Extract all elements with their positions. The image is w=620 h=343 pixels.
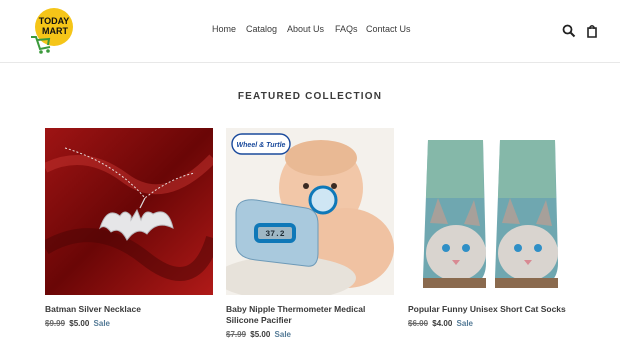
sale-label: Sale xyxy=(456,319,473,328)
product-image[interactable] xyxy=(45,128,213,295)
sale-label: Sale xyxy=(93,319,110,328)
nav-about-us[interactable]: About Us xyxy=(287,24,324,34)
product-card[interactable]: Batman Silver Necklace $9.99 $5.00 Sale xyxy=(45,128,213,328)
original-price: $9.99 xyxy=(45,319,66,328)
nav-home[interactable]: Home xyxy=(212,24,236,34)
sale-price: $5.00 xyxy=(250,330,271,339)
sale-label: Sale xyxy=(274,330,291,339)
nav-faqs[interactable]: FAQs xyxy=(335,24,358,34)
svg-text:37.2: 37.2 xyxy=(265,230,284,239)
svg-text:MART: MART xyxy=(42,26,68,36)
sale-price: $4.00 xyxy=(432,319,453,328)
original-price: $6.00 xyxy=(408,319,429,328)
product-title[interactable]: Popular Funny Unisex Short Cat Socks xyxy=(408,304,576,315)
sale-price: $5.00 xyxy=(69,319,90,328)
price-row: $6.00 $4.00 Sale xyxy=(408,319,576,328)
svg-text:TODAY: TODAY xyxy=(39,16,70,26)
sock-left xyxy=(423,140,486,288)
product-image[interactable]: 37.2 Wheel & Turtle xyxy=(226,128,394,295)
price-row: $7.99 $5.00 Sale xyxy=(226,330,394,339)
nav-catalog[interactable]: Catalog xyxy=(246,24,277,34)
product-title[interactable]: Baby Nipple Thermometer Medical Silicone… xyxy=(226,304,394,326)
cart-icon[interactable] xyxy=(585,24,599,38)
sock-right xyxy=(495,140,558,288)
store-logo[interactable]: TODAY MART xyxy=(28,7,76,55)
product-title[interactable]: Batman Silver Necklace xyxy=(45,304,213,315)
product-card[interactable]: 37.2 Wheel & Turtle Baby Nipple Thermome… xyxy=(226,128,394,339)
section-title: FEATURED COLLECTION xyxy=(237,91,383,102)
site-header: TODAY MART Home Catalog About Us FAQs Co… xyxy=(0,0,620,63)
search-icon[interactable] xyxy=(562,24,576,38)
price-row: $9.99 $5.00 Sale xyxy=(45,319,213,328)
nav-contact-us[interactable]: Contact Us xyxy=(366,24,411,34)
original-price: $7.99 xyxy=(226,330,247,339)
product-image[interactable] xyxy=(408,128,576,295)
product-card[interactable]: Popular Funny Unisex Short Cat Socks $6.… xyxy=(408,128,576,328)
svg-text:Wheel & Turtle: Wheel & Turtle xyxy=(237,142,286,149)
